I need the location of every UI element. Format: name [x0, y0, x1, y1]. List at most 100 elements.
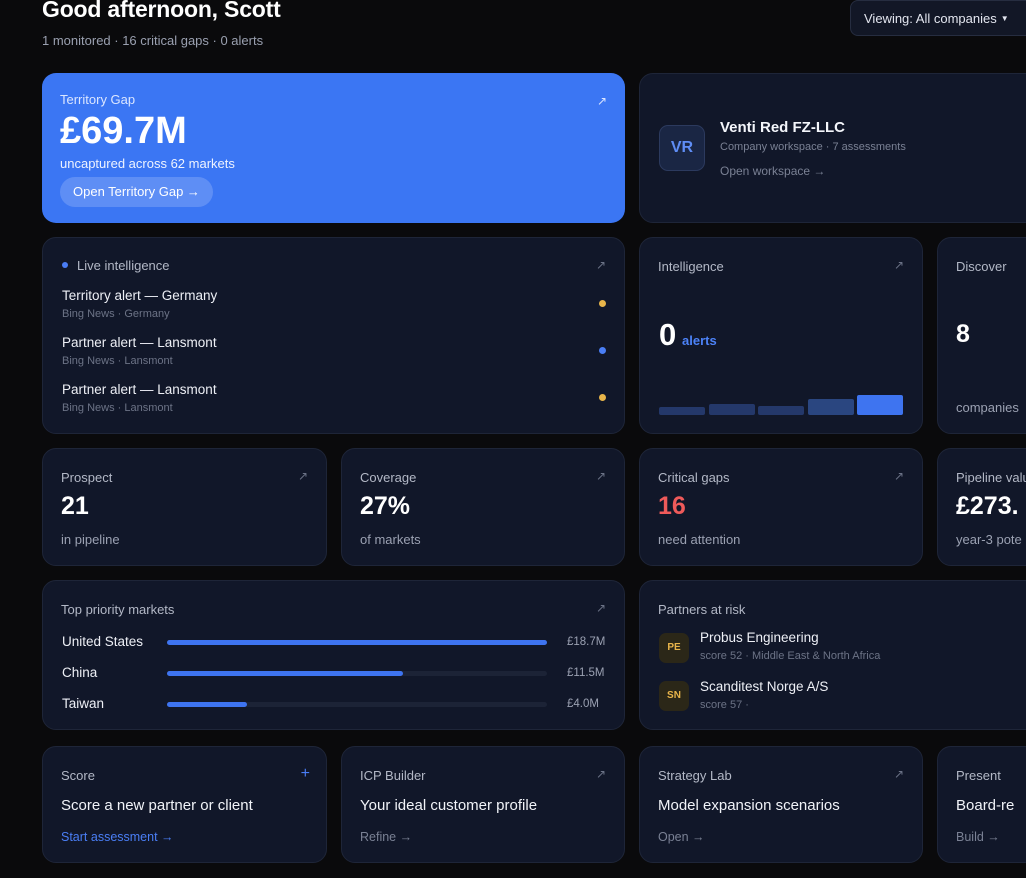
critical-gaps-card[interactable]: Critical gaps ↗ 16 need attention: [639, 448, 923, 566]
expand-arrow-icon[interactable]: ↗: [894, 469, 904, 483]
stat-label: Pipeline value: [956, 470, 1026, 485]
coverage-card[interactable]: Coverage ↗ 27% of markets: [341, 448, 625, 566]
stat-value: 21: [61, 492, 89, 520]
stat-label: Coverage: [360, 470, 417, 485]
discover-sub: companies: [956, 400, 1019, 415]
market-value: £18.7M: [567, 636, 606, 648]
expand-arrow-icon[interactable]: ↗: [596, 469, 606, 483]
live-intelligence-label: Live intelligence: [77, 258, 170, 273]
alerts-count: 0: [659, 317, 677, 352]
stat-sub: year-3 pote: [956, 532, 1022, 547]
intelligence-label: Intelligence: [658, 259, 724, 274]
summary-line: 1 monitored · 16 critical gaps · 0 alert…: [42, 33, 264, 48]
workspace-card[interactable]: VR Venti Red FZ-LLC Company workspace · …: [639, 73, 1026, 223]
alert-source: Bing News · Lansmont: [62, 402, 173, 414]
open-workspace-link[interactable]: Open workspace →: [720, 164, 825, 178]
market-bar-fill: [167, 702, 247, 707]
market-bar-fill: [167, 671, 403, 676]
build-link[interactable]: Build →: [956, 830, 1000, 844]
live-dot-icon: [62, 262, 68, 268]
top-markets-label: Top priority markets: [61, 602, 175, 617]
intelligence-card[interactable]: Intelligence ↗ 0 alerts: [639, 237, 923, 434]
activity-bar: [857, 395, 903, 415]
workspace-meta: Company workspace · 7 assessments: [720, 141, 906, 153]
partner-avatar: PE: [659, 633, 689, 663]
caret-down-icon: ▼: [1000, 14, 1009, 23]
territory-gap-description: uncaptured across 62 markets: [60, 156, 235, 171]
partner-name[interactable]: Scanditest Norge A/S: [700, 679, 828, 694]
discover-card[interactable]: Discover 8 companies: [937, 237, 1026, 434]
stat-value: £273.: [956, 492, 1019, 520]
stat-sub: need attention: [658, 532, 741, 547]
market-bar-track: [167, 640, 547, 645]
partner-meta: score 57 ·: [700, 699, 749, 711]
expand-arrow-icon[interactable]: ↗: [596, 258, 606, 272]
alert-title[interactable]: Partner alert — Lansmont: [62, 382, 217, 397]
pipeline-value-card[interactable]: Pipeline value £273. year-3 pote: [937, 448, 1026, 566]
partners-at-risk-label: Partners at risk: [658, 602, 746, 617]
expand-arrow-icon[interactable]: ↗: [596, 601, 606, 615]
expand-arrow-icon[interactable]: ↗: [894, 767, 904, 781]
live-intelligence-card[interactable]: Live intelligence ↗ Territory alert — Ge…: [42, 237, 625, 434]
company-name: Venti Red FZ-LLC: [720, 119, 845, 136]
expand-arrow-icon[interactable]: ↗: [596, 767, 606, 781]
action-label: Present: [956, 768, 1001, 783]
open-link[interactable]: Open →: [658, 830, 705, 844]
activity-bar: [659, 407, 705, 415]
action-title: Board-re: [956, 797, 1015, 814]
territory-gap-label: Territory Gap: [60, 92, 136, 107]
market-bar-track: [167, 671, 547, 676]
stat-sub: of markets: [360, 532, 421, 547]
company-filter-dropdown[interactable]: Viewing: All companies ▼: [850, 0, 1026, 36]
alert-status-dot: [599, 300, 606, 307]
dashboard: Good afternoon, Scott 1 monitored · 16 c…: [0, 0, 1026, 878]
action-label: ICP Builder: [360, 768, 426, 783]
action-title: Model expansion scenarios: [658, 797, 840, 814]
alert-source: Bing News · Germany: [62, 308, 170, 320]
refine-link[interactable]: Refine →: [360, 830, 412, 844]
stat-value: 27%: [360, 492, 411, 520]
market-name: Taiwan: [62, 696, 105, 711]
expand-arrow-icon[interactable]: ↗: [894, 258, 904, 272]
activity-bar: [807, 399, 854, 415]
expand-arrow-icon[interactable]: ↗: [597, 94, 607, 108]
stat-value: 16: [658, 492, 686, 520]
partners-at-risk-card[interactable]: Partners at risk PE Probus Engineering s…: [639, 580, 1026, 730]
partner-meta: score 52 · Middle East & North Africa: [700, 650, 881, 662]
action-title: Score a new partner or client: [61, 797, 253, 814]
activity-bar: [708, 404, 755, 415]
score-card[interactable]: Score + Score a new partner or client St…: [42, 746, 327, 863]
expand-arrow-icon[interactable]: ↗: [298, 469, 308, 483]
discover-label: Discover: [956, 259, 1007, 274]
present-card[interactable]: Present Board-re Build →: [937, 746, 1026, 863]
action-label: Score: [61, 768, 95, 783]
start-assessment-link[interactable]: Start assessment →: [61, 830, 174, 844]
territory-gap-card[interactable]: Territory Gap ↗ £69.7M uncaptured across…: [42, 73, 625, 223]
alert-title[interactable]: Territory alert — Germany: [62, 288, 217, 303]
alert-status-dot: [599, 347, 606, 354]
action-title: Your ideal customer profile: [360, 797, 538, 814]
alert-title[interactable]: Partner alert — Lansmont: [62, 335, 217, 350]
alert-status-dot: [599, 394, 606, 401]
activity-bar: [758, 406, 804, 415]
plus-icon[interactable]: +: [301, 765, 310, 783]
open-territory-gap-button[interactable]: Open Territory Gap →: [60, 177, 213, 207]
territory-gap-value: £69.7M: [60, 110, 187, 152]
market-value: £11.5M: [567, 667, 605, 679]
alert-source: Bing News · Lansmont: [62, 355, 173, 367]
page-title: Good afternoon, Scott: [42, 0, 281, 22]
market-bar-fill: [167, 640, 547, 645]
prospect-card[interactable]: Prospect ↗ 21 in pipeline: [42, 448, 327, 566]
top-priority-markets-card[interactable]: Top priority markets ↗ United States £18…: [42, 580, 625, 730]
stat-label: Critical gaps: [658, 470, 730, 485]
strategy-lab-card[interactable]: Strategy Lab ↗ Model expansion scenarios…: [639, 746, 923, 863]
company-filter-label: Viewing: All companies: [864, 11, 997, 26]
icp-builder-card[interactable]: ICP Builder ↗ Your ideal customer profil…: [341, 746, 625, 863]
partner-name[interactable]: Probus Engineering: [700, 630, 819, 645]
alerts-unit: alerts: [682, 333, 717, 348]
company-avatar: VR: [659, 125, 705, 171]
market-name: United States: [62, 634, 144, 649]
partner-avatar: SN: [659, 681, 689, 711]
stat-label: Prospect: [61, 470, 113, 485]
market-name: China: [62, 665, 98, 680]
